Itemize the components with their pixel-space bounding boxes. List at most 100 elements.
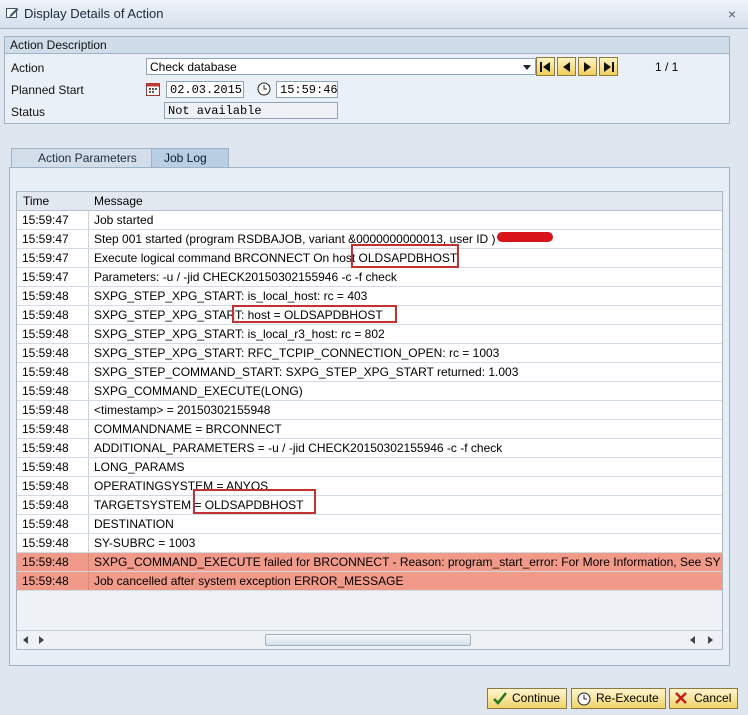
next-button[interactable] [578,57,597,76]
cell-time: 15:59:48 [17,572,89,590]
cell-time: 15:59:47 [17,230,89,248]
cell-time: 15:59:48 [17,477,89,495]
planned-date-field[interactable]: 02.03.2015 [166,81,244,98]
table-row[interactable]: 15:59:48 SXPG_STEP_XPG_START: RFC_TCPIP_C… [17,344,722,363]
scroll-left-icon[interactable] [23,636,28,644]
cell-message: SY-SUBRC = 1003 [94,536,196,550]
highlight-box [193,489,316,514]
table-row[interactable]: 15:59:48 SXPG_COMMAND_EXECUTE failed for … [17,553,722,572]
scroll-thumb[interactable] [265,634,471,646]
table-row[interactable]: 15:59:48 SXPG_STEP_XPG_START: is_local_r3… [17,325,722,344]
cell-time: 15:59:48 [17,382,89,400]
status-label: Status [11,105,46,119]
scroll-left-icon[interactable] [690,636,695,644]
group-title: Action Description [5,37,729,54]
next-icon [584,62,591,72]
cell-time: 15:59:48 [17,401,89,419]
last-icon [604,62,614,72]
redaction-mark [497,232,553,242]
execute-clock-icon [577,692,591,706]
cell-time: 15:59:48 [17,306,89,324]
cell-time: 15:59:48 [17,363,89,381]
table-row[interactable]: 15:59:48 LONG_PARAMS [17,458,722,477]
close-button[interactable]: × [722,5,742,25]
cell-time: 15:59:47 [17,249,89,267]
table-row[interactable]: 15:59:48 COMMANDNAME = BRCONNECT [17,420,722,439]
table-row[interactable]: 15:59:48 DESTINATION [17,515,722,534]
cell-time: 15:59:48 [17,553,89,571]
cancel-label: Cancel [694,691,732,705]
scroll-right-icon[interactable] [39,636,44,644]
table-row[interactable]: 15:59:48 <timestamp> = 20150302155948 [17,401,722,420]
cell-time: 15:59:48 [17,458,89,476]
calendar-icon[interactable] [146,82,160,96]
cell-message: Job started [94,213,154,227]
table-row[interactable]: 15:59:47 Job started [17,211,722,230]
cell-time: 15:59:48 [17,344,89,362]
table-row[interactable]: 15:59:48 OPERATINGSYSTEM = ANYOS [17,477,722,496]
cell-message: OPERATINGSYSTEM = ANYOS [94,479,269,493]
scroll-right-icon[interactable] [708,636,713,644]
re-execute-label: Re-Execute [596,691,659,705]
cell-message: DESTINATION [94,517,174,531]
cell-time: 15:59:48 [17,496,89,514]
cell-time: 15:59:48 [17,325,89,343]
job-log-table: Time Message 15:59:47 Job started 15:59:47… [16,191,723,650]
planned-time-field[interactable]: 15:59:46 [276,81,338,98]
table-row[interactable]: 15:59:47 Parameters: -u / -jid CHECK20150… [17,268,722,287]
cell-message: SXPG_COMMAND_EXECUTE failed for BRCONNEC… [94,555,720,569]
window-title: Display Details of Action [24,6,164,21]
cell-message: Job cancelled after system exception ERR… [94,574,404,588]
column-header-time[interactable]: Time [23,194,49,208]
tab-action-parameters[interactable]: Action Parameters [11,148,157,168]
continue-button[interactable]: Continue [487,688,568,709]
table-row[interactable]: 15:59:48 Job cancelled after system excep… [17,572,722,591]
continue-label: Continue [512,691,561,705]
check-icon [493,692,507,705]
table-row[interactable]: 15:59:48 TARGETSYSTEM = OLDSAPDBHOST [17,496,722,515]
cell-time: 15:59:48 [17,515,89,533]
cell-message: SXPG_COMMAND_EXECUTE(LONG) [94,384,303,398]
action-value: Check database [150,60,237,74]
previous-button[interactable] [557,57,576,76]
status-field: Not available [164,102,338,119]
first-icon [540,62,550,72]
re-execute-button[interactable]: Re-Execute [571,688,666,709]
table-row[interactable]: 15:59:48 ADDITIONAL_PARAMETERS = -u / -ji… [17,439,722,458]
horizontal-scrollbar[interactable] [17,630,722,649]
tab-job-log[interactable]: Job Log [151,148,229,168]
cell-message: LONG_PARAMS [94,460,185,474]
cell-message: TARGETSYSTEM = OLDSAPDBHOST [94,498,304,512]
title-bar: Display Details of Action × [0,0,748,29]
table-row[interactable]: 15:59:48 SXPG_STEP_COMMAND_START: SXPG_ST… [17,363,722,382]
footer-toolbar: Continue Re-Execute Cancel [0,683,748,715]
previous-icon [563,62,570,72]
last-button[interactable] [599,57,618,76]
cell-message: COMMANDNAME = BRCONNECT [94,422,282,436]
table-row[interactable]: 15:59:48 SY-SUBRC = 1003 [17,534,722,553]
cell-message: Parameters: -u / -jid CHECK2015030215594… [94,270,397,284]
edit-window-icon [6,8,19,18]
first-button[interactable] [536,57,555,76]
dropdown-arrow-icon[interactable] [523,65,531,70]
cell-time: 15:59:47 [17,268,89,286]
table-header: Time Message [17,192,722,211]
cell-message: SXPG_STEP_XPG_START: is_local_r3_host: r… [94,327,385,341]
table-row[interactable]: 15:59:48 SXPG_STEP_XPG_START: is_local_ho… [17,287,722,306]
cell-time: 15:59:47 [17,211,89,229]
tab-label: Action Parameters [38,151,137,165]
cell-message: ADDITIONAL_PARAMETERS = -u / -jid CHECK2… [94,441,503,455]
cell-message: SXPG_STEP_XPG_START: host = OLDSAPDBHOST [94,308,383,322]
cell-message: <timestamp> = 20150302155948 [94,403,271,417]
cell-message: SXPG_STEP_COMMAND_START: SXPG_STEP_XPG_S… [94,365,519,379]
highlight-box [351,244,459,268]
highlight-box [232,305,397,323]
table-row[interactable]: 15:59:48 SXPG_COMMAND_EXECUTE(LONG) [17,382,722,401]
column-header-message[interactable]: Message [94,194,143,208]
action-dropdown[interactable]: Check database [146,58,536,75]
cell-message: SXPG_STEP_XPG_START: RFC_TCPIP_CONNECTIO… [94,346,500,360]
planned-start-label: Planned Start [11,83,84,97]
cancel-button[interactable]: Cancel [669,688,739,709]
tab-label: Job Log [164,151,207,165]
action-label: Action [11,61,45,75]
